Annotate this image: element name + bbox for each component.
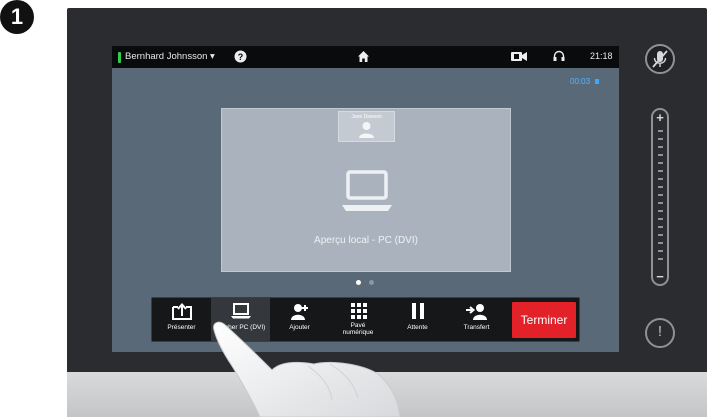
encryption-lock-icon xyxy=(595,79,600,85)
volume-up-button[interactable]: + xyxy=(653,110,667,125)
volume-level-tick xyxy=(658,202,663,204)
remote-participant-thumbnail[interactable]: Jane Dawson xyxy=(338,111,395,142)
add-participant-icon xyxy=(290,304,308,320)
svg-text:?: ? xyxy=(238,52,244,62)
volume-level-tick xyxy=(658,130,663,132)
mute-microphone-button[interactable] xyxy=(645,44,675,74)
volume-level-tick xyxy=(658,234,663,236)
page-dot[interactable] xyxy=(369,280,374,285)
local-preview-panel: Jane Dawson Aperçu local - PC (DVI) xyxy=(221,108,511,272)
volume-level-tick xyxy=(658,250,663,252)
call-timer: 00:03 xyxy=(570,77,600,86)
transfer-button[interactable]: Transfert xyxy=(447,298,506,341)
alert-button[interactable]: ! xyxy=(645,318,675,348)
call-duration: 00:03 xyxy=(570,77,591,86)
keypad-icon xyxy=(350,303,367,319)
volume-level-tick xyxy=(658,178,663,180)
pause-icon xyxy=(411,303,424,319)
camera-icon[interactable] xyxy=(511,51,528,62)
volume-level-tick xyxy=(658,194,663,196)
present-label: Présenter xyxy=(167,324,196,331)
page-dot-active[interactable] xyxy=(356,280,361,285)
present-button[interactable]: Présenter xyxy=(152,298,211,341)
laptop-icon xyxy=(230,303,251,319)
end-call-button[interactable]: Terminer xyxy=(512,302,576,338)
volume-level-tick xyxy=(658,226,663,228)
user-name: Bernhard Johnsson xyxy=(125,51,208,62)
volume-level-tick xyxy=(658,162,663,164)
headset-icon[interactable] xyxy=(553,50,565,63)
volume-level-tick xyxy=(658,218,663,220)
laptop-icon xyxy=(342,170,392,211)
preview-label: Aperçu local - PC (DVI) xyxy=(314,235,418,246)
volume-level-tick xyxy=(658,186,663,188)
volume-level-tick xyxy=(658,242,663,244)
presence-indicator xyxy=(118,52,121,63)
present-icon xyxy=(171,303,192,320)
home-icon[interactable] xyxy=(357,50,370,63)
pointing-hand-illustration xyxy=(213,321,401,417)
volume-level-tick xyxy=(658,138,663,140)
user-menu[interactable]: Bernhard Johnsson ▾ xyxy=(125,51,215,62)
volume-level-tick xyxy=(658,146,663,148)
person-icon xyxy=(359,122,374,138)
help-icon[interactable]: ? xyxy=(234,50,247,63)
step-number-badge: 1 xyxy=(0,0,34,34)
volume-level-tick xyxy=(658,170,663,172)
status-bar: Bernhard Johnsson ▾ ? 21:18 xyxy=(112,46,619,68)
mic-mute-icon xyxy=(652,50,668,68)
remote-participant-name: Jane Dawson xyxy=(351,114,382,120)
volume-level-tick xyxy=(658,258,663,260)
transfer-label: Transfert xyxy=(463,324,490,331)
page-indicator xyxy=(352,280,382,288)
volume-down-button[interactable]: − xyxy=(653,269,667,284)
volume-level-tick xyxy=(658,154,663,156)
volume-level-tick xyxy=(658,210,663,212)
transfer-icon xyxy=(465,304,487,320)
volume-slider[interactable]: + − xyxy=(651,108,669,286)
clock: 21:18 xyxy=(590,51,613,61)
touch-screen: Bernhard Johnsson ▾ ? 21:18 00:03 Jane D… xyxy=(112,46,619,352)
alert-icon: ! xyxy=(657,323,663,340)
